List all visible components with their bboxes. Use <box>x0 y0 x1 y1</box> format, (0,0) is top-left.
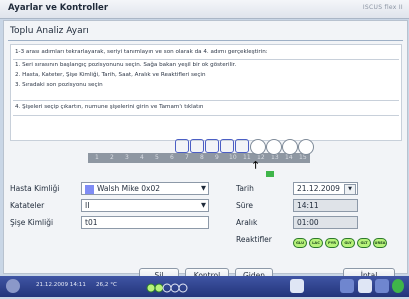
settings-icon[interactable] <box>358 279 372 293</box>
chevron-down-icon: ▼ <box>201 184 206 192</box>
duration-label: Süre <box>236 201 254 210</box>
strip-number: 13 <box>271 154 279 161</box>
patient-dropdown[interactable]: Walsh Mike 0x02 ▼ <box>81 182 209 195</box>
section-title: Toplu Analiz Ayarı <box>10 26 89 36</box>
interval-label: Aralık <box>236 218 258 227</box>
status-temperature: 26,2 °C <box>96 282 117 288</box>
strip-number: 4 <box>140 154 144 161</box>
reagent-lac[interactable]: LAC <box>309 238 323 248</box>
strip-number: 6 <box>170 154 174 161</box>
status-indicator-icon <box>392 279 404 293</box>
brand-logo: ISCUS flex II <box>362 4 403 11</box>
patient-value: Walsh Mike 0x02 <box>97 184 161 193</box>
strip-number: 15 <box>299 154 307 161</box>
strip-number: 14 <box>285 154 293 161</box>
catheter-label: Katateler <box>10 201 45 210</box>
start-marker-icon <box>266 171 274 177</box>
divider <box>13 115 399 116</box>
catheter-dropdown[interactable]: II ▼ <box>81 199 209 212</box>
chevron-down-icon: ▼ <box>201 201 206 209</box>
divider <box>8 40 403 41</box>
vial-position[interactable] <box>250 139 266 155</box>
divider <box>13 59 399 60</box>
trash-icon[interactable] <box>290 279 304 293</box>
vial-position[interactable] <box>282 139 298 155</box>
power-icon[interactable] <box>6 279 20 293</box>
instruction-step-1: 1. Seri sırasının başlangıç pozisyonunu … <box>15 62 237 68</box>
instruction-intro: 1-3 arası adımları tekrarlayarak, seriyi… <box>15 49 268 55</box>
status-datetime: 21.12.2009 14:11 <box>36 282 86 288</box>
date-value: 21.12.2009 <box>297 184 340 193</box>
vial-position[interactable] <box>266 139 282 155</box>
strip-number: 10 <box>229 154 237 161</box>
instruction-step-2: 2. Hasta, Kateter, Şişe Kimliği, Tarih, … <box>15 72 206 78</box>
status-bar: 21.12.2009 14:11 26,2 °C <box>0 276 409 297</box>
title-bar: Ayarlar ve Kontroller ISCUS flex II <box>0 0 409 19</box>
reagent-gly[interactable]: GLY <box>341 238 355 248</box>
instruction-step-3: 3. Sıradaki son pozisyonu seçin <box>15 82 103 88</box>
window-title: Ayarlar ve Kontroller <box>8 3 109 13</box>
vial-id-label: Şişe Kimliği <box>10 218 54 227</box>
position-arrow-icon: 🡑 <box>253 160 259 171</box>
vial-slot[interactable] <box>175 139 189 153</box>
strip-number: 2 <box>110 154 114 161</box>
reagent-glu[interactable]: GLU <box>293 238 307 248</box>
date-label: Tarih <box>236 184 254 193</box>
strip-number: 11 <box>243 154 251 161</box>
strip-number: 8 <box>200 154 204 161</box>
main-panel: Toplu Analiz Ayarı 1-3 arası adımları te… <box>3 20 408 283</box>
monitor-icon[interactable] <box>375 279 389 293</box>
strip-number: 3 <box>125 154 129 161</box>
instructions-box: 1-3 arası adımları tekrarlayarak, seriyi… <box>10 44 402 141</box>
strip-number: 9 <box>215 154 219 161</box>
catheter-value: II <box>85 201 90 210</box>
patient-label: Hasta Kimliği <box>10 184 60 193</box>
vial-slot[interactable] <box>220 139 234 153</box>
duration-field[interactable]: 14:11 <box>293 199 358 212</box>
patient-color-swatch <box>85 184 94 194</box>
instruction-step-4: 4. Şişeleri seçip çıkartın, numune şişel… <box>15 104 204 110</box>
chevron-down-icon[interactable]: ▼ <box>344 184 356 195</box>
vial-status-icon <box>145 280 193 293</box>
interval-field[interactable]: 01:00 <box>293 216 358 229</box>
vial-slot[interactable] <box>235 139 249 153</box>
vial-slot[interactable] <box>205 139 219 153</box>
strip-number: 5 <box>155 154 159 161</box>
reagent-pyr[interactable]: PYR <box>325 238 339 248</box>
vial-position[interactable] <box>298 139 314 155</box>
reagent-glt[interactable]: GLT <box>357 238 371 248</box>
divider <box>13 100 399 101</box>
date-dropdown[interactable]: 21.12.2009 ▼ <box>293 182 358 195</box>
edit-icon[interactable] <box>340 279 354 293</box>
strip-number: 7 <box>185 154 189 161</box>
vial-id-input[interactable]: t01 <box>81 216 209 229</box>
reagent-urea[interactable]: UREA <box>373 238 387 248</box>
reagents-label: Reaktifler <box>236 235 272 244</box>
strip-number: 1 <box>95 154 99 161</box>
vial-slot[interactable] <box>190 139 204 153</box>
